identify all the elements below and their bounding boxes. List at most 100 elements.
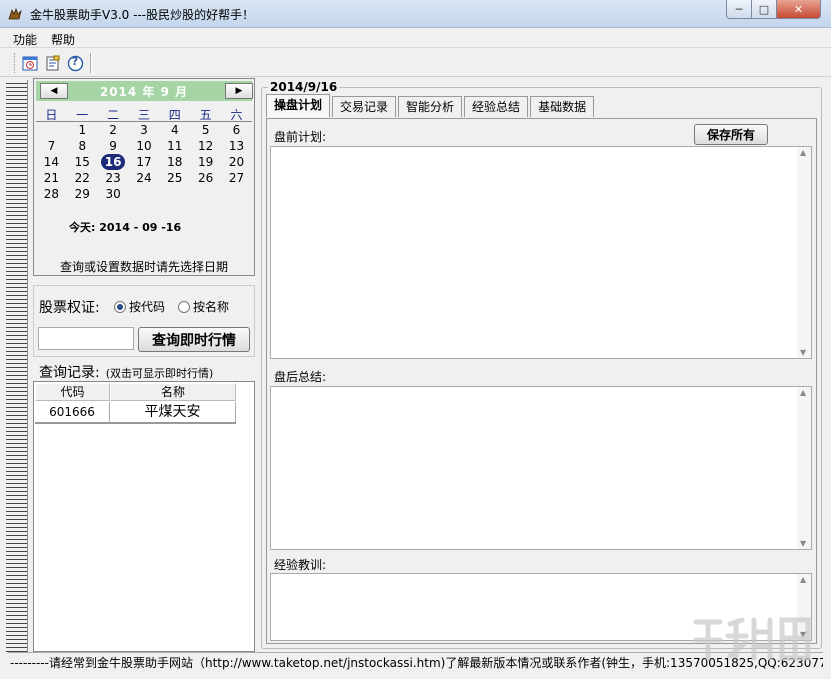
menu-help[interactable]: 帮助 (51, 31, 75, 48)
tab-experience-summary[interactable]: 经验总结 (464, 96, 529, 117)
tab-basic-data[interactable]: 基础数据 (530, 96, 595, 117)
calendar-day-label: 6 (232, 123, 241, 137)
menu-bar: 功能 帮助 (0, 28, 831, 48)
toolbar: ? (0, 49, 831, 77)
calendar-day[interactable]: 6 (221, 122, 252, 138)
calendar-day[interactable]: 10 (129, 138, 160, 154)
minimize-button[interactable]: ─ (726, 0, 752, 19)
calendar-day[interactable]: 21 (36, 170, 67, 186)
calendar-day[interactable]: 23 (98, 170, 129, 186)
calendar-day[interactable]: 2 (98, 122, 129, 138)
calendar-day[interactable]: 24 (129, 170, 160, 186)
calendar-day[interactable]: 29 (67, 186, 98, 202)
history-title: 查询记录: (39, 365, 100, 381)
calendar-empty-cell (190, 186, 221, 202)
calendar-day[interactable]: 20 (221, 154, 252, 170)
calendar-week-row: 1 2 3 4 5 6 (36, 122, 252, 138)
calendar-day[interactable]: 14 (36, 154, 67, 170)
calendar-day-label: 12 (198, 139, 214, 153)
post-market-textarea[interactable]: ▲ ▼ (270, 386, 812, 550)
radio-by-code-label: 按代码 (129, 300, 166, 314)
tab-trading-plan[interactable]: 操盘计划 (266, 94, 331, 117)
history-label: 查询记录: (双击可显示即时行情) (39, 362, 213, 382)
weekday-label: 一 (76, 108, 89, 122)
calendar-day[interactable]: 16 (98, 154, 129, 170)
query-quote-button[interactable]: 查询即时行情 (138, 327, 250, 352)
scroll-up-icon[interactable]: ▲ (800, 148, 806, 157)
calendar-panel: ◀ 2014 年 9 月 ▶ 日 一 二 三 四 五 六 1 2 3 4 5 6 7 8 9 10… (33, 78, 255, 276)
table-row[interactable]: 601666 平煤天安 (35, 402, 236, 424)
calendar-empty-cell (159, 186, 190, 202)
calendar-day[interactable]: 15 (67, 154, 98, 170)
toolbar-grip[interactable] (14, 53, 17, 73)
calendar-empty-cell (221, 186, 252, 202)
radio-circle-selected[interactable] (114, 300, 126, 313)
close-button[interactable]: ✕ (776, 0, 821, 19)
calendar-day[interactable]: 8 (67, 138, 98, 154)
radio-by-code[interactable]: 按代码 (114, 298, 165, 315)
calendar-day[interactable]: 1 (67, 122, 98, 138)
weekday-label: 六 (230, 108, 243, 122)
calendar-day[interactable]: 27 (221, 170, 252, 186)
save-all-button[interactable]: 保存所有 (694, 124, 768, 145)
calendar-day-label: 8 (78, 139, 87, 153)
calendar-day[interactable]: 11 (159, 138, 190, 154)
column-header-name[interactable]: 名称 (110, 383, 236, 401)
trading-plan-page: 盘前计划: 保存所有 ▲ ▼ 盘后总结: ▲ ▼ 经验教训: ▲ ▼ (266, 118, 817, 644)
calendar-day[interactable]: 4 (159, 122, 190, 138)
today-display: 今天: 2014 - 09 -16 (69, 219, 181, 235)
calendar-day[interactable]: 22 (67, 170, 98, 186)
clock-calendar-icon[interactable] (21, 54, 39, 72)
calendar-empty-cell (129, 186, 160, 202)
weekday-label: 三 (137, 108, 150, 122)
calendar-next-button[interactable]: ▶ (225, 83, 253, 99)
calendar-week-row: 7 8 9 10 11 12 13 (36, 138, 252, 154)
window-title: 金牛股票助手V3.0 ---股民炒股的好帮手！ (30, 8, 255, 22)
calendar-day[interactable]: 13 (221, 138, 252, 154)
pre-market-label: 盘前计划: (274, 130, 327, 144)
calendar-day[interactable]: 17 (129, 154, 160, 170)
menu-function[interactable]: 功能 (13, 31, 37, 48)
scrollbar[interactable]: ▲ ▼ (797, 387, 811, 549)
help-icon[interactable]: ? (66, 54, 84, 72)
calendar-day-label: 27 (228, 171, 245, 185)
calendar-day-label: 26 (198, 171, 214, 185)
history-table[interactable]: 代码 名称 601666 平煤天安 (33, 381, 255, 652)
calendar-day-label: 17 (136, 155, 152, 169)
table-header: 代码 名称 (35, 383, 236, 401)
today-value: 2014 - 09 -16 (99, 221, 182, 234)
calendar-day-label: 25 (167, 171, 183, 185)
radio-by-name[interactable]: 按名称 (178, 298, 229, 315)
weekday-label: 日 (45, 108, 58, 122)
today-label: 今天: (69, 221, 96, 234)
calendar-day[interactable]: 5 (190, 122, 221, 138)
calendar-day[interactable]: 28 (36, 186, 67, 202)
calendar-day[interactable]: 3 (129, 122, 160, 138)
title-bar[interactable]: 金牛股票助手V3.0 ---股民炒股的好帮手！ ─ □ ✕ (0, 0, 831, 28)
calendar-day-label: 29 (74, 187, 90, 201)
calendar-day[interactable]: 9 (98, 138, 129, 154)
scrollbar[interactable]: ▲ ▼ (797, 147, 811, 358)
calendar-day[interactable]: 7 (36, 138, 67, 154)
tab-trade-records[interactable]: 交易记录 (332, 96, 397, 117)
calendar-day[interactable]: 30 (98, 186, 129, 202)
calendar-week-row: 21 22 23 24 25 26 27 (36, 170, 252, 186)
scroll-up-icon[interactable]: ▲ (800, 388, 806, 397)
tab-smart-analysis[interactable]: 智能分析 (398, 96, 463, 117)
calendar-day[interactable]: 12 (190, 138, 221, 154)
calendar-day-label: 4 (170, 123, 179, 137)
scroll-down-icon[interactable]: ▼ (800, 539, 806, 548)
radio-circle[interactable] (178, 300, 190, 313)
stock-code-input[interactable] (38, 327, 134, 350)
scroll-up-icon[interactable]: ▲ (800, 575, 806, 584)
pre-market-textarea[interactable]: ▲ ▼ (270, 146, 812, 359)
calendar-day[interactable]: 25 (159, 170, 190, 186)
calendar-week-row: 14 15 16 17 18 19 20 (36, 154, 252, 170)
calendar-day[interactable]: 26 (190, 170, 221, 186)
calendar-day[interactable]: 19 (190, 154, 221, 170)
notes-icon[interactable] (44, 54, 62, 72)
scroll-down-icon[interactable]: ▼ (800, 348, 806, 357)
column-header-code[interactable]: 代码 (35, 383, 110, 401)
calendar-day[interactable]: 18 (159, 154, 190, 170)
maximize-button[interactable]: □ (751, 0, 777, 19)
